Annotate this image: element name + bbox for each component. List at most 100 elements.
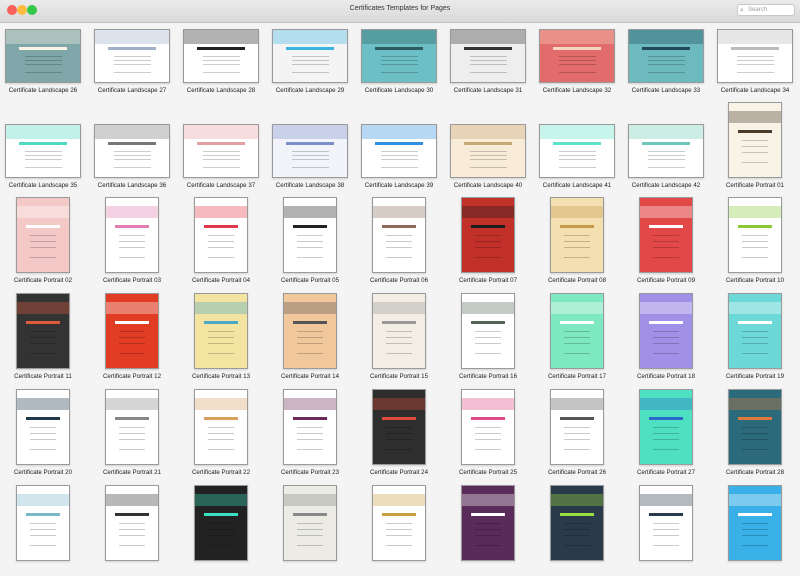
template-item[interactable]: Certificate Portrait 02 bbox=[0, 193, 88, 288]
template-thumbnail[interactable] bbox=[450, 124, 526, 178]
template-item[interactable]: Certificate Portrait 05 bbox=[265, 193, 355, 288]
template-thumbnail[interactable] bbox=[717, 29, 793, 83]
template-item[interactable] bbox=[265, 481, 355, 576]
template-item[interactable]: Certificate Portrait 15 bbox=[354, 289, 444, 384]
template-thumbnail[interactable] bbox=[550, 389, 604, 465]
template-thumbnail[interactable] bbox=[639, 389, 693, 465]
template-thumbnail[interactable] bbox=[728, 197, 782, 273]
template-thumbnail[interactable] bbox=[628, 124, 704, 178]
template-item[interactable]: Certificate Portrait 06 bbox=[354, 193, 444, 288]
template-thumbnail[interactable] bbox=[5, 124, 81, 178]
template-thumbnail[interactable] bbox=[283, 293, 337, 369]
template-item[interactable]: Certificate Landscape 31 bbox=[443, 3, 533, 98]
template-thumbnail[interactable] bbox=[361, 29, 437, 83]
template-item[interactable]: Certificate Portrait 27 bbox=[621, 385, 711, 480]
template-thumbnail[interactable] bbox=[16, 293, 70, 369]
template-item[interactable]: Certificate Landscape 35 bbox=[0, 98, 88, 193]
template-thumbnail[interactable] bbox=[372, 293, 426, 369]
template-thumbnail[interactable] bbox=[461, 197, 515, 273]
template-item[interactable]: Certificate Landscape 27 bbox=[87, 3, 177, 98]
template-thumbnail[interactable] bbox=[639, 197, 693, 273]
template-thumbnail[interactable] bbox=[194, 293, 248, 369]
template-thumbnail[interactable] bbox=[461, 293, 515, 369]
template-item[interactable]: Certificate Portrait 07 bbox=[443, 193, 533, 288]
template-thumbnail[interactable] bbox=[728, 102, 782, 178]
template-item[interactable]: Certificate Portrait 25 bbox=[443, 385, 533, 480]
template-thumbnail[interactable] bbox=[372, 197, 426, 273]
template-item[interactable]: Certificate Landscape 29 bbox=[265, 3, 355, 98]
template-item[interactable]: Certificate Landscape 36 bbox=[87, 98, 177, 193]
template-thumbnail[interactable] bbox=[105, 389, 159, 465]
template-item[interactable]: Certificate Portrait 20 bbox=[0, 385, 88, 480]
template-item[interactable]: Certificate Landscape 30 bbox=[354, 3, 444, 98]
template-item[interactable] bbox=[532, 481, 622, 576]
template-thumbnail[interactable] bbox=[194, 389, 248, 465]
template-item[interactable]: Certificate Portrait 14 bbox=[265, 289, 355, 384]
template-item[interactable] bbox=[710, 481, 800, 576]
template-item[interactable] bbox=[176, 481, 266, 576]
template-thumbnail[interactable] bbox=[94, 124, 170, 178]
template-thumbnail[interactable] bbox=[450, 29, 526, 83]
template-item[interactable]: Certificate Landscape 38 bbox=[265, 98, 355, 193]
template-item[interactable]: Certificate Portrait 19 bbox=[710, 289, 800, 384]
template-thumbnail[interactable] bbox=[550, 485, 604, 561]
template-thumbnail[interactable] bbox=[105, 197, 159, 273]
template-item[interactable] bbox=[87, 481, 177, 576]
template-item[interactable]: Certificate Landscape 40 bbox=[443, 98, 533, 193]
template-item[interactable]: Certificate Landscape 28 bbox=[176, 3, 266, 98]
template-thumbnail[interactable] bbox=[16, 485, 70, 561]
template-thumbnail[interactable] bbox=[105, 293, 159, 369]
template-item[interactable]: Certificate Portrait 08 bbox=[532, 193, 622, 288]
template-thumbnail[interactable] bbox=[539, 29, 615, 83]
template-thumbnail[interactable] bbox=[728, 389, 782, 465]
template-item[interactable]: Certificate Portrait 09 bbox=[621, 193, 711, 288]
template-item[interactable]: Certificate Landscape 32 bbox=[532, 3, 622, 98]
template-item[interactable]: Certificate Landscape 42 bbox=[621, 98, 711, 193]
template-item[interactable]: Certificate Portrait 03 bbox=[87, 193, 177, 288]
template-thumbnail[interactable] bbox=[16, 197, 70, 273]
template-item[interactable]: Certificate Portrait 04 bbox=[176, 193, 266, 288]
template-item[interactable]: Certificate Portrait 11 bbox=[0, 289, 88, 384]
template-thumbnail[interactable] bbox=[372, 485, 426, 561]
template-thumbnail[interactable] bbox=[361, 124, 437, 178]
template-thumbnail[interactable] bbox=[272, 124, 348, 178]
template-thumbnail[interactable] bbox=[550, 197, 604, 273]
template-thumbnail[interactable] bbox=[16, 389, 70, 465]
template-thumbnail[interactable] bbox=[539, 124, 615, 178]
template-item[interactable]: Certificate Landscape 33 bbox=[621, 3, 711, 98]
template-item[interactable] bbox=[443, 481, 533, 576]
template-thumbnail[interactable] bbox=[194, 197, 248, 273]
template-item[interactable]: Certificate Portrait 17 bbox=[532, 289, 622, 384]
template-item[interactable]: Certificate Landscape 39 bbox=[354, 98, 444, 193]
template-item[interactable]: Certificate Portrait 01 bbox=[710, 98, 800, 193]
template-thumbnail[interactable] bbox=[5, 29, 81, 83]
template-thumbnail[interactable] bbox=[283, 389, 337, 465]
template-item[interactable]: Certificate Portrait 16 bbox=[443, 289, 533, 384]
template-item[interactable]: Certificate Portrait 18 bbox=[621, 289, 711, 384]
template-item[interactable]: Certificate Landscape 37 bbox=[176, 98, 266, 193]
template-item[interactable]: Certificate Portrait 26 bbox=[532, 385, 622, 480]
template-thumbnail[interactable] bbox=[461, 485, 515, 561]
template-thumbnail[interactable] bbox=[628, 29, 704, 83]
template-thumbnail[interactable] bbox=[194, 485, 248, 561]
template-thumbnail[interactable] bbox=[272, 29, 348, 83]
template-thumbnail[interactable] bbox=[728, 293, 782, 369]
template-thumbnail[interactable] bbox=[550, 293, 604, 369]
template-item[interactable]: Certificate Landscape 41 bbox=[532, 98, 622, 193]
template-thumbnail[interactable] bbox=[728, 485, 782, 561]
template-item[interactable]: Certificate Portrait 21 bbox=[87, 385, 177, 480]
template-thumbnail[interactable] bbox=[183, 124, 259, 178]
template-item[interactable]: Certificate Landscape 34 bbox=[710, 3, 800, 98]
template-thumbnail[interactable] bbox=[183, 29, 259, 83]
template-item[interactable] bbox=[354, 481, 444, 576]
template-item[interactable]: Certificate Portrait 24 bbox=[354, 385, 444, 480]
template-item[interactable] bbox=[0, 481, 88, 576]
template-item[interactable]: Certificate Portrait 10 bbox=[710, 193, 800, 288]
template-thumbnail[interactable] bbox=[283, 485, 337, 561]
template-item[interactable]: Certificate Landscape 26 bbox=[0, 3, 88, 98]
template-thumbnail[interactable] bbox=[461, 389, 515, 465]
template-item[interactable]: Certificate Portrait 23 bbox=[265, 385, 355, 480]
template-thumbnail[interactable] bbox=[372, 389, 426, 465]
template-thumbnail[interactable] bbox=[639, 485, 693, 561]
template-item[interactable] bbox=[621, 481, 711, 576]
